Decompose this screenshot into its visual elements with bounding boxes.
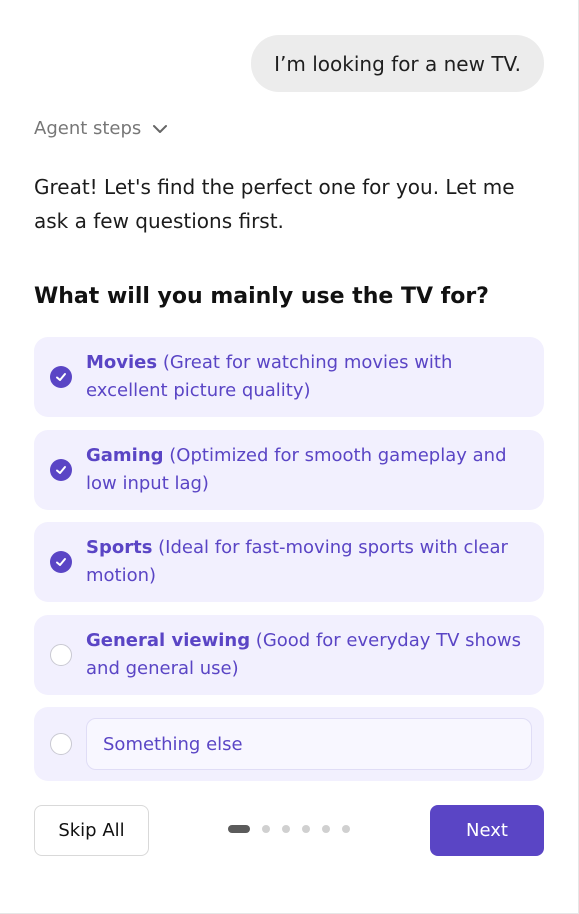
option-title: General viewing <box>86 630 251 651</box>
option-title: Sports <box>86 537 153 558</box>
option-title: Gaming <box>86 445 164 466</box>
assistant-message: Great! Let's find the perfect one for yo… <box>34 175 515 233</box>
user-message-bubble: I’m looking for a new TV. <box>251 35 544 92</box>
question-title: What will you mainly use the TV for? <box>34 284 489 309</box>
pagination-dot-active <box>228 825 250 833</box>
skip-all-button[interactable]: Skip All <box>34 805 149 856</box>
option-sports[interactable]: Sports (Ideal for fast-moving sports wit… <box>34 522 544 602</box>
agent-steps-label: Agent steps <box>34 118 142 139</box>
option-something-else[interactable] <box>34 707 544 781</box>
option-movies[interactable]: Movies (Great for watching movies with e… <box>34 337 544 417</box>
option-label: Movies (Great for watching movies with e… <box>86 349 536 405</box>
user-message-text: I’m looking for a new TV. <box>274 51 521 76</box>
pagination-dot <box>342 825 350 833</box>
next-button[interactable]: Next <box>430 805 544 856</box>
checkbox-checked-icon[interactable] <box>50 366 72 388</box>
option-gaming[interactable]: Gaming (Optimized for smooth gameplay an… <box>34 430 544 510</box>
agent-steps-toggle[interactable]: Agent steps <box>34 118 169 139</box>
something-else-input[interactable] <box>86 718 532 770</box>
option-general-viewing[interactable]: General viewing (Good for everyday TV sh… <box>34 615 544 695</box>
checkbox-unchecked-icon[interactable] <box>50 733 72 755</box>
option-label: Gaming (Optimized for smooth gameplay an… <box>86 442 536 498</box>
option-title: Movies <box>86 352 158 373</box>
checkbox-checked-icon[interactable] <box>50 459 72 481</box>
pagination-dot <box>282 825 290 833</box>
chevron-down-icon <box>153 124 168 133</box>
pagination-dot <box>302 825 310 833</box>
pagination-dot <box>262 825 270 833</box>
pagination-dot <box>322 825 330 833</box>
pagination-dots <box>228 825 350 833</box>
option-label: General viewing (Good for everyday TV sh… <box>86 627 536 683</box>
checkbox-checked-icon[interactable] <box>50 551 72 573</box>
checkbox-unchecked-icon[interactable] <box>50 644 72 666</box>
option-label: Sports (Ideal for fast-moving sports wit… <box>86 534 536 590</box>
